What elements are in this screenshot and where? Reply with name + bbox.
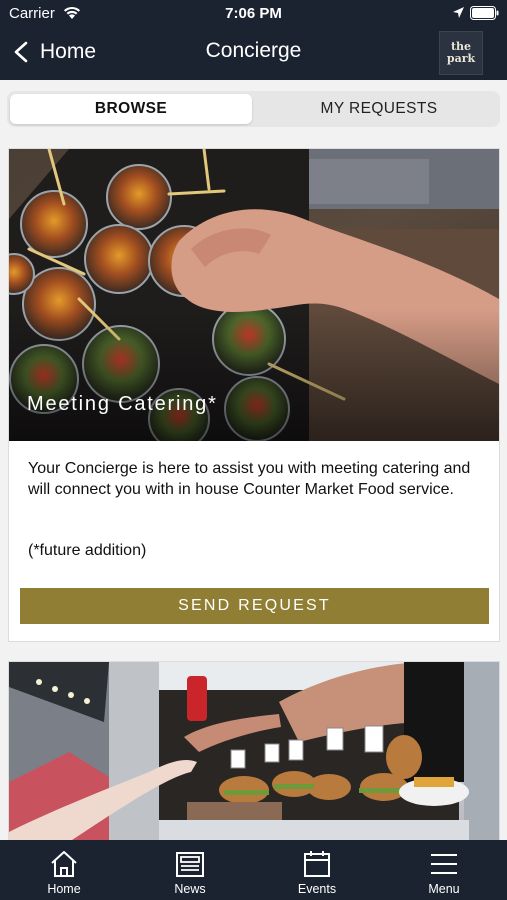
bottom-tab-bar: Home News Events Menu (0, 840, 507, 900)
service-card-food-truck[interactable] (8, 661, 500, 841)
tab-home-label: Home (47, 882, 81, 896)
card-note: (*future addition) (28, 542, 147, 559)
tab-menu[interactable]: Menu (404, 840, 484, 900)
food-truck-photo (9, 662, 499, 840)
segmented-control: BROWSE MY REQUESTS (7, 91, 500, 127)
location-arrow-icon (453, 7, 464, 18)
tab-news-label: News (174, 882, 206, 896)
tab-menu-label: Menu (428, 882, 460, 896)
battery-icon (470, 6, 499, 20)
home-icon (51, 851, 77, 877)
page-title: Concierge (205, 39, 302, 62)
logo-text-line2: park (446, 52, 476, 65)
card-description: Your Concierge is here to assist you wit… (28, 460, 471, 498)
tab-home[interactable]: Home (24, 840, 104, 900)
tab-events-label: Events (297, 882, 337, 896)
newspaper-icon (176, 852, 204, 877)
status-bar: Carrier 7:06 PM (0, 0, 507, 28)
send-request-button[interactable]: SEND REQUEST (20, 588, 489, 624)
service-card: Meeting Catering* Your Concierge is here… (8, 148, 500, 642)
top-bar: Carrier 7:06 PM Home Concierge the park (0, 0, 507, 80)
calendar-icon (304, 851, 330, 877)
tab-browse[interactable]: BROWSE (10, 94, 252, 124)
tab-events[interactable]: Events (277, 840, 357, 900)
tab-news[interactable]: News (150, 840, 230, 900)
hamburger-menu-icon (431, 854, 457, 874)
card-caption: Meeting Catering* (27, 393, 218, 415)
status-time: 7:06 PM (225, 5, 282, 22)
tab-my-requests[interactable]: MY REQUESTS (258, 94, 500, 124)
the-park-logo: the park (439, 31, 483, 75)
